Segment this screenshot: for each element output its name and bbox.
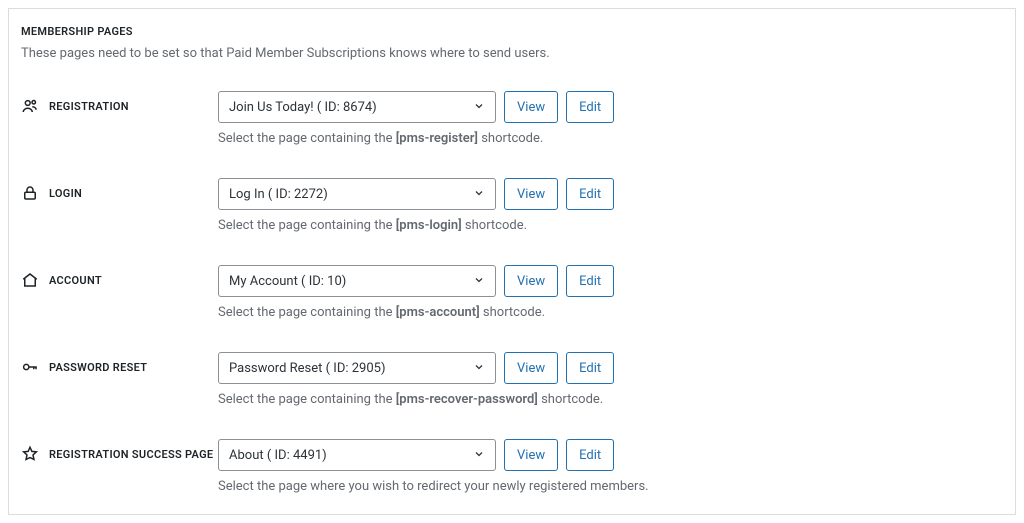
control-top: Log In ( ID: 2272) View Edit [218,178,1003,210]
select-value: Join Us Today! ( ID: 8674) [229,100,377,115]
row-label: PASSWORD RESET [49,361,147,374]
edit-button[interactable]: Edit [566,91,614,123]
edit-button[interactable]: Edit [566,352,614,384]
control-col: About ( ID: 4491) View Edit Select the p… [218,439,1003,494]
account-select[interactable]: My Account ( ID: 10) [218,265,496,297]
control-col: My Account ( ID: 10) View Edit Select th… [218,265,1003,320]
control-top: My Account ( ID: 10) View Edit [218,265,1003,297]
star-icon [21,445,39,463]
control-col: Password Reset ( ID: 2905) View Edit Sel… [218,352,1003,407]
row-label: REGISTRATION SUCCESS PAGE [49,448,213,461]
section-title: MEMBERSHIP PAGES [21,25,1003,38]
edit-button[interactable]: Edit [566,178,614,210]
select-value: My Account ( ID: 10) [229,274,346,289]
row-label: LOGIN [49,187,82,200]
membership-pages-panel: MEMBERSHIP PAGES These pages need to be … [8,8,1016,515]
row-registration: REGISTRATION Join Us Today! ( ID: 8674) … [21,91,1003,146]
chevron-down-icon [473,361,485,376]
control-top: Password Reset ( ID: 2905) View Edit [218,352,1003,384]
view-button[interactable]: View [504,265,558,297]
helper-text: Select the page containing the [pms-acco… [218,305,1003,320]
label-col: PASSWORD RESET [21,352,218,376]
section-description: These pages need to be set so that Paid … [21,46,1003,61]
chevron-down-icon [473,100,485,115]
helper-text: Select the page containing the [pms-reco… [218,392,1003,407]
key-icon [21,358,39,376]
select-value: About ( ID: 4491) [229,448,327,463]
label-col: ACCOUNT [21,265,218,289]
label-col: REGISTRATION [21,91,218,115]
helper-text: Select the page where you wish to redire… [218,479,1003,494]
helper-text: Select the page containing the [pms-regi… [218,131,1003,146]
view-button[interactable]: View [504,352,558,384]
row-registration-success: REGISTRATION SUCCESS PAGE About ( ID: 44… [21,439,1003,494]
select-value: Password Reset ( ID: 2905) [229,361,386,376]
login-select[interactable]: Log In ( ID: 2272) [218,178,496,210]
control-col: Join Us Today! ( ID: 8674) View Edit Sel… [218,91,1003,146]
label-col: LOGIN [21,178,218,202]
registration-success-select[interactable]: About ( ID: 4491) [218,439,496,471]
chevron-down-icon [473,187,485,202]
control-col: Log In ( ID: 2272) View Edit Select the … [218,178,1003,233]
control-top: About ( ID: 4491) View Edit [218,439,1003,471]
lock-icon [21,184,39,202]
label-col: REGISTRATION SUCCESS PAGE [21,439,218,463]
chevron-down-icon [473,274,485,289]
people-icon [21,97,39,115]
row-label: REGISTRATION [49,100,129,113]
view-button[interactable]: View [504,178,558,210]
password-reset-select[interactable]: Password Reset ( ID: 2905) [218,352,496,384]
edit-button[interactable]: Edit [566,439,614,471]
home-icon [21,271,39,289]
row-account: ACCOUNT My Account ( ID: 10) View Edit S… [21,265,1003,320]
row-login: LOGIN Log In ( ID: 2272) View Edit Selec… [21,178,1003,233]
view-button[interactable]: View [504,91,558,123]
helper-text: Select the page containing the [pms-logi… [218,218,1003,233]
select-value: Log In ( ID: 2272) [229,187,328,202]
edit-button[interactable]: Edit [566,265,614,297]
row-password-reset: PASSWORD RESET Password Reset ( ID: 2905… [21,352,1003,407]
registration-select[interactable]: Join Us Today! ( ID: 8674) [218,91,496,123]
control-top: Join Us Today! ( ID: 8674) View Edit [218,91,1003,123]
chevron-down-icon [473,448,485,463]
view-button[interactable]: View [504,439,558,471]
row-label: ACCOUNT [49,274,102,287]
